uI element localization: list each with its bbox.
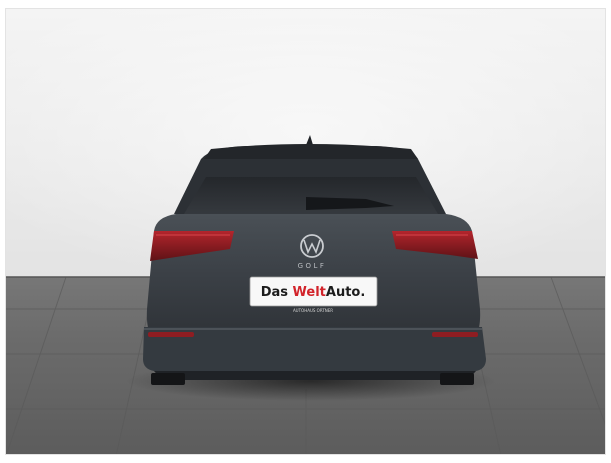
car-photo: GOLF Das WeltAuto. AUTOHAUS ORTNER xyxy=(5,8,606,455)
left-reflector xyxy=(148,332,194,337)
model-badge: GOLF xyxy=(298,262,327,270)
car-photo-svg: GOLF Das WeltAuto. AUTOHAUS ORTNER xyxy=(6,9,605,454)
plate-part1: Das xyxy=(261,285,293,300)
plate-part3: Auto. xyxy=(326,285,365,300)
svg-text:Das WeltAuto.: Das WeltAuto. xyxy=(261,285,366,300)
plate-subline: AUTOHAUS ORTNER xyxy=(293,308,333,313)
right-reflector xyxy=(432,332,478,337)
plate-part2: Welt xyxy=(293,285,326,300)
